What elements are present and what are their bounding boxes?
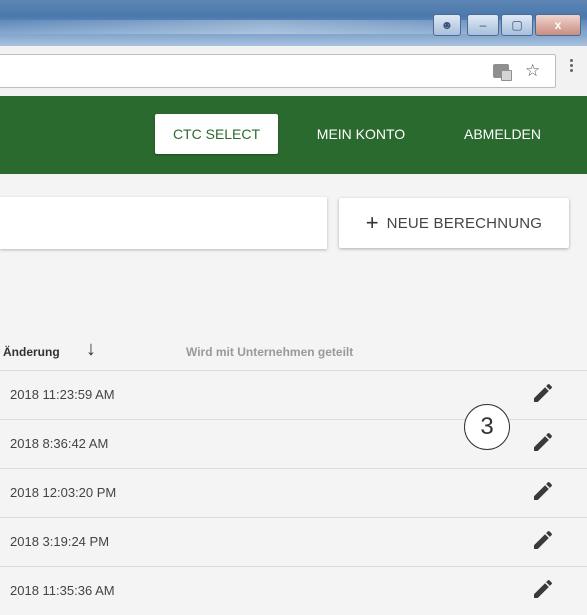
address-bar[interactable]: ☆ xyxy=(0,54,556,88)
translate-icon[interactable] xyxy=(493,64,512,81)
table-row[interactable]: 2018 3:19:24 PM xyxy=(0,517,587,566)
nav-ctc-select-button[interactable]: CTC SELECT xyxy=(155,114,278,154)
row-date: 2018 11:23:59 AM xyxy=(10,387,115,402)
star-icon[interactable]: ☆ xyxy=(525,61,540,81)
column-header-date[interactable]: Änderung xyxy=(3,345,60,359)
user-profile-icon[interactable]: ☻ xyxy=(433,14,461,36)
search-input[interactable] xyxy=(0,197,327,249)
column-header-shared: Wird mit Unternehmen geteilt xyxy=(186,345,354,359)
edit-pencil-icon[interactable] xyxy=(531,479,555,503)
new-calculation-label: NEUE BERECHNUNG xyxy=(386,214,543,232)
table-row[interactable]: 2018 12:03:20 PM xyxy=(0,468,587,517)
row-date: 2018 8:36:42 AM xyxy=(10,436,109,451)
browser-toolbar: ☆ xyxy=(0,46,587,97)
window-controls: ☻ – ▢ x xyxy=(433,14,581,36)
nav-mein-konto-link[interactable]: MEIN KONTO xyxy=(297,114,425,154)
edit-pencil-icon[interactable] xyxy=(531,430,555,454)
minimize-button[interactable]: – xyxy=(467,14,499,36)
sort-descending-icon[interactable]: ↓ xyxy=(86,338,96,361)
row-date: 2018 12:03:20 PM xyxy=(10,485,117,500)
maximize-button[interactable]: ▢ xyxy=(501,14,533,36)
close-button[interactable]: x xyxy=(535,14,581,36)
row-date: 2018 3:19:24 PM xyxy=(10,534,110,549)
app-header: CTC SELECT MEIN KONTO ABMELDEN xyxy=(0,96,587,174)
plus-icon: + xyxy=(365,210,379,235)
table-row[interactable]: 2018 11:35:36 AM xyxy=(0,566,587,615)
row-date: 2018 11:35:36 AM xyxy=(10,583,115,598)
edit-pencil-icon[interactable] xyxy=(531,577,555,601)
annotation-callout-3: 3 xyxy=(464,404,510,450)
new-calculation-button[interactable]: + NEUE BERECHNUNG xyxy=(339,198,569,248)
edit-pencil-icon[interactable] xyxy=(531,381,555,405)
window-titlebar: ☻ – ▢ x xyxy=(0,0,587,46)
nav-abmelden-link[interactable]: ABMELDEN xyxy=(440,114,565,154)
browser-menu-icon[interactable] xyxy=(570,64,573,67)
edit-pencil-icon[interactable] xyxy=(531,528,555,552)
